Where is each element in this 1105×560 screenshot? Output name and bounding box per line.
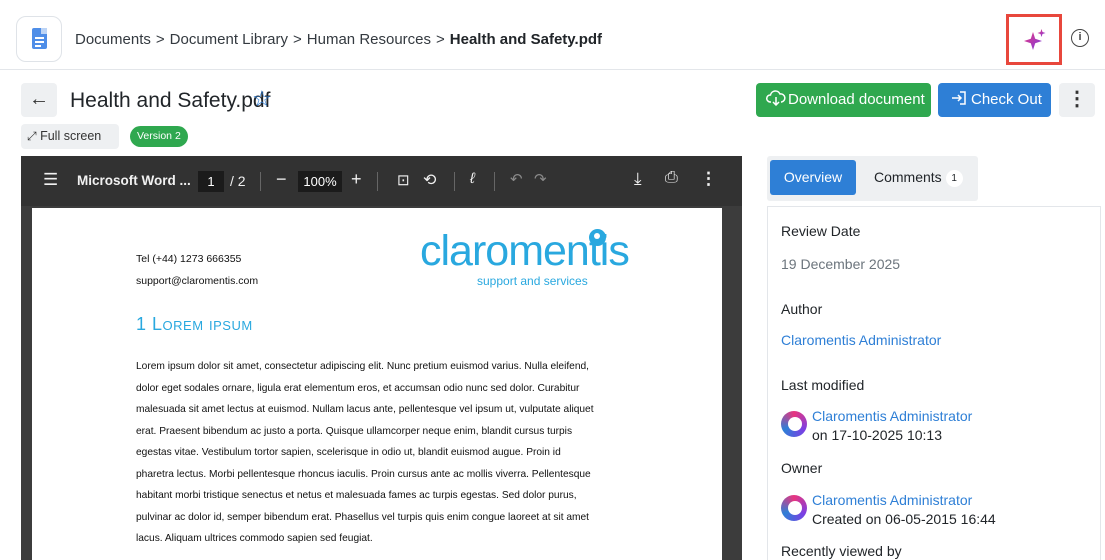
- toolbar-divider: [260, 172, 261, 191]
- body-line: egestas vitae. Vestibulum tortor sapien,…: [136, 447, 561, 458]
- pdf-viewer: ☰ Microsoft Word ... 1 / 2 − 100% + ⊡ ⟲ …: [21, 156, 742, 560]
- more-actions-button[interactable]: ⋮: [1059, 83, 1095, 117]
- download-document-button[interactable]: Download document: [756, 83, 931, 117]
- toolbar-divider: [494, 172, 495, 191]
- avatar: [781, 411, 807, 437]
- toolbar-divider: [377, 172, 378, 191]
- kebab-icon: ⋮: [1067, 88, 1087, 110]
- top-bar: Documents > Document Library > Human Resourc…: [0, 0, 1105, 70]
- tab-overview[interactable]: Overview: [770, 160, 856, 195]
- download-icon[interactable]: ⤓: [634, 169, 642, 189]
- viewer-more-icon[interactable]: ⋮: [700, 169, 717, 189]
- owner-link[interactable]: Claromentis Administrator: [812, 492, 972, 508]
- check-out-button[interactable]: Check Out: [938, 83, 1051, 117]
- owner-label: Owner: [781, 460, 823, 476]
- zoom-in-icon[interactable]: +: [351, 169, 362, 190]
- page-total: / 2: [230, 173, 246, 189]
- ai-assistant-button[interactable]: [1006, 14, 1062, 65]
- breadcrumb-item-human-resources[interactable]: Human Resources: [307, 31, 431, 48]
- modified-by-user: Claromentis Administrator on 17-10-2025 …: [781, 408, 1081, 448]
- created-on-date: Created on 06-05-2015 16:44: [812, 511, 996, 527]
- star-outline-icon[interactable]: ☆: [252, 86, 272, 112]
- zoom-level-input[interactable]: 100%: [298, 171, 342, 192]
- author-link[interactable]: Claromentis Administrator: [781, 332, 941, 348]
- body-line: lacus. Aliquam ultrices commodo sapien s…: [136, 533, 373, 544]
- download-document-label: Download document: [788, 91, 925, 108]
- claromentis-logo: claromentis support and services: [420, 226, 630, 296]
- undo-icon[interactable]: ↶: [510, 170, 523, 188]
- breadcrumb-separator: >: [155, 31, 165, 48]
- tab-comments[interactable]: Comments 1: [864, 160, 976, 195]
- logo-dot: [589, 229, 606, 246]
- breadcrumb: Documents > Document Library > Human Resourc…: [75, 31, 602, 48]
- panel-tabs: Overview Comments 1: [767, 156, 978, 201]
- page-title: Health and Safety.pdf: [70, 89, 271, 112]
- breadcrumb-item-document-library[interactable]: Document Library: [170, 31, 288, 48]
- logo-tagline: support and services: [477, 274, 588, 288]
- page-number-input[interactable]: 1: [198, 171, 224, 192]
- modified-on-date: on 17-10-2025 10:13: [812, 427, 942, 443]
- expand-icon: ⤢: [27, 129, 37, 143]
- author-label: Author: [781, 301, 823, 317]
- page-body: Lorem ipsum dolor sit amet, consectetur …: [136, 356, 726, 550]
- body-line: erat. Praesent bibendum ac justo a porta…: [136, 425, 573, 437]
- breadcrumb-separator: >: [293, 31, 302, 48]
- body-line: pulvinar ac dolor id, semper bibendum er…: [136, 511, 590, 523]
- full-screen-label: Full screen: [40, 129, 102, 143]
- tab-comments-label: Comments: [874, 169, 942, 185]
- fit-page-icon[interactable]: ⊡: [397, 171, 410, 189]
- overview-panel: Review Date 19 December 2025 Author Clar…: [767, 206, 1101, 560]
- info-icon[interactable]: i: [1071, 29, 1089, 47]
- body-line: malesuada sit amet lectus at euismod. Nu…: [136, 404, 594, 415]
- recently-viewed-label: Recently viewed by: [781, 543, 902, 559]
- check-out-label: Check Out: [971, 91, 1042, 108]
- owner-user: Claromentis Administrator Created on 06-…: [781, 492, 1081, 532]
- breadcrumb-separator: >: [436, 31, 445, 48]
- toolbar-divider: [454, 172, 455, 191]
- body-line: dolor eget sodales ornare, ligula erat e…: [136, 382, 580, 394]
- comments-count-badge: 1: [945, 170, 963, 187]
- sparkles-icon: [1024, 29, 1046, 50]
- document-icon[interactable]: [16, 16, 62, 62]
- last-modified-label: Last modified: [781, 377, 865, 393]
- arrow-left-icon: ←: [29, 88, 49, 110]
- review-date-label: Review Date: [781, 223, 861, 239]
- draw-signature-icon[interactable]: ℓ: [470, 170, 475, 187]
- cloud-download-icon: [766, 90, 786, 107]
- breadcrumb-current: Health and Safety.pdf: [449, 31, 603, 48]
- redo-icon[interactable]: ↷: [534, 170, 547, 188]
- zoom-out-icon[interactable]: −: [276, 169, 287, 190]
- breadcrumb-item-documents[interactable]: Documents: [75, 31, 151, 48]
- page-heading: 1 Lorem ipsum: [136, 314, 253, 334]
- review-date-value: 19 December 2025: [781, 256, 901, 272]
- full-screen-button[interactable]: ⤢ Full screen: [21, 124, 119, 149]
- page-email: support@claromentis.com: [136, 275, 259, 287]
- rotate-icon[interactable]: ⟲: [423, 170, 436, 190]
- print-icon[interactable]: ⎙: [665, 169, 678, 187]
- version-badge: Version 2: [130, 126, 188, 147]
- body-line: pharetra lectus. Morbi pellentesque rhon…: [136, 468, 591, 480]
- pdf-toolbar: ☰ Microsoft Word ... 1 / 2 − 100% + ⊡ ⟲ …: [21, 156, 742, 206]
- hamburger-menu-icon[interactable]: ☰: [43, 170, 58, 190]
- pdf-page: Tel (+44) 1273 666355 support@claromenti…: [32, 208, 722, 560]
- body-line: habitant morbi tristique senectus et net…: [136, 490, 577, 501]
- page-phone: Tel (+44) 1273 666355: [136, 253, 242, 265]
- sign-in-icon: [952, 91, 966, 105]
- modified-by-link[interactable]: Claromentis Administrator: [812, 408, 972, 424]
- avatar: [781, 495, 807, 521]
- pdf-file-name: Microsoft Word ...: [77, 173, 191, 188]
- body-line: Lorem ipsum dolor sit amet, consectetur …: [136, 361, 589, 372]
- back-button[interactable]: ←: [21, 83, 57, 117]
